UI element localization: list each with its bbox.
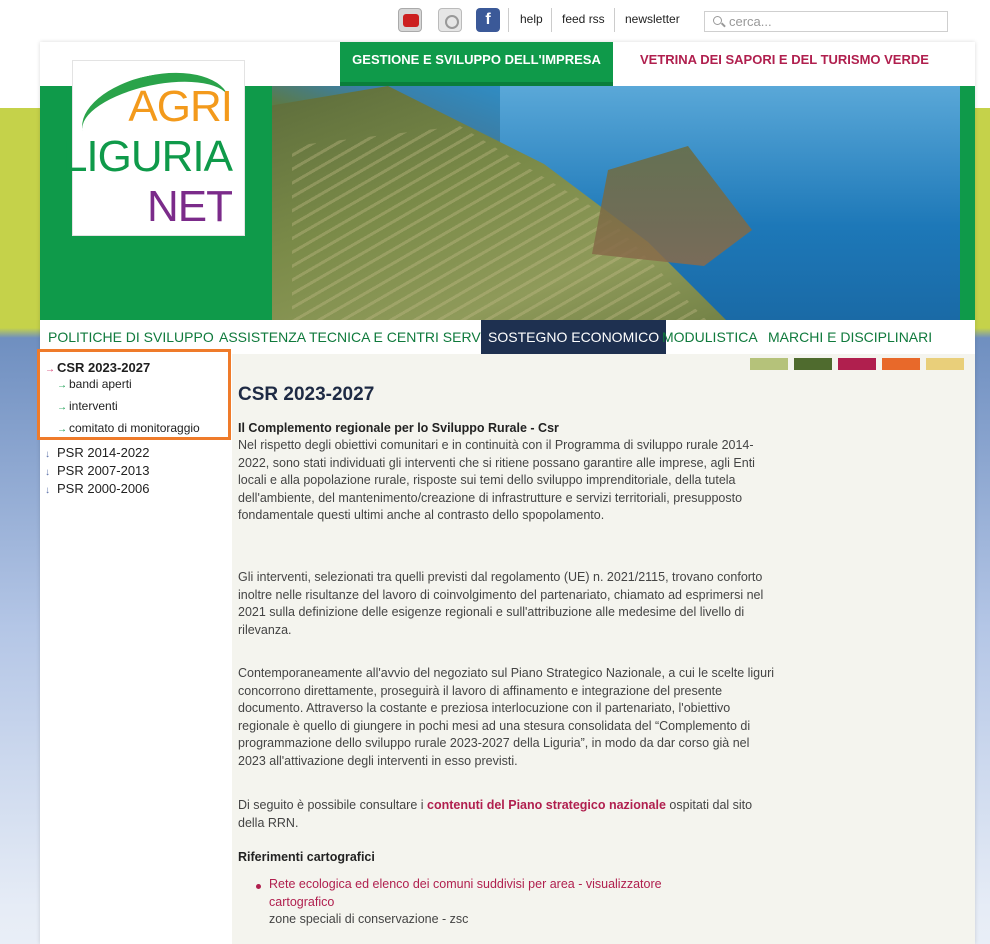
color-swatch (882, 358, 920, 370)
nav-modulistica[interactable]: MODULISTICA (662, 329, 758, 345)
newsletter-link[interactable]: newsletter (625, 12, 680, 26)
sidebar-item-label: PSR 2000-2006 (57, 481, 150, 496)
sidebar-item-csr-2023-2027[interactable]: → CSR 2023-2027 (45, 360, 150, 375)
sidebar (40, 354, 232, 944)
paragraph-2: Gli interventi, selezionati tra quelli p… (238, 570, 764, 637)
arrow-icon: ↓ (45, 449, 50, 460)
logo-text-agri: AGRI (128, 82, 233, 131)
search-icon (713, 16, 722, 25)
color-swatch (750, 358, 788, 370)
color-swatch (794, 358, 832, 370)
color-swatch (926, 358, 964, 370)
sidebar-item-label: PSR 2014-2022 (57, 445, 150, 460)
sidebar-item-label: PSR 2007-2013 (57, 463, 150, 478)
tab-gestione-impresa[interactable]: GESTIONE E SVILUPPO DELL'IMPRESA (340, 42, 613, 86)
divider (551, 8, 552, 32)
piano-strategico-link[interactable]: contenuti del Piano strategico nazionale (427, 798, 666, 812)
tab-vetrina-sapori[interactable]: VETRINA DEI SAPORI E DEL TURISMO VERDE (640, 52, 929, 67)
page-title: CSR 2023-2027 (238, 384, 375, 405)
top-utility-bar: f help feed rss newsletter cerca... (0, 0, 990, 42)
arrow-icon: ↓ (45, 467, 50, 478)
header-photo (272, 86, 960, 320)
sidebar-item-psr-2000-2006[interactable]: ↓ PSR 2000-2006 (45, 481, 150, 496)
divider (614, 8, 615, 32)
sidebar-item-bandi-aperti[interactable]: → bandi aperti (57, 377, 132, 391)
main-frame: GESTIONE E SVILUPPO DELL'IMPRESA VETRINA… (37, 42, 975, 944)
flickr-icon[interactable] (438, 8, 462, 32)
rete-ecologica-link[interactable]: Rete ecologica ed elenco dei comuni sudd… (269, 876, 709, 911)
site-logo[interactable]: AGRI LIGURIA NET (63, 60, 245, 236)
paragraph-1: Nel rispetto degli obiettivi comunitari … (238, 438, 755, 522)
sidebar-item-comitato-monitoraggio[interactable]: → comitato di monitoraggio (57, 421, 200, 435)
feed-rss-link[interactable]: feed rss (562, 12, 605, 26)
youtube-icon[interactable] (398, 8, 422, 32)
search-placeholder: cerca... (729, 14, 772, 29)
arrow-icon: ↓ (45, 485, 50, 496)
facebook-icon[interactable]: f (476, 8, 500, 32)
arrow-icon: → (57, 380, 67, 391)
nav-sostegno-economico[interactable]: SOSTEGNO ECONOMICO (481, 320, 667, 354)
logo-text-net: NET (147, 182, 233, 231)
section-subtitle: Il Complemento regionale per lo Sviluppo… (238, 421, 559, 435)
sidebar-item-label: interventi (69, 399, 118, 413)
sidebar-item-label: comitato di monitoraggio (69, 421, 200, 435)
arrow-icon: → (57, 424, 67, 435)
sidebar-item-interventi[interactable]: → interventi (57, 399, 118, 413)
sidebar-item-label: CSR 2023-2027 (57, 360, 151, 375)
paragraph-4: Di seguito è possibile consultare i cont… (238, 797, 778, 832)
logo-text-liguria: LIGURIA (62, 132, 233, 181)
nav-politiche-sviluppo[interactable]: POLITICHE DI SVILUPPO (48, 329, 214, 345)
sidebar-item-psr-2007-2013[interactable]: ↓ PSR 2007-2013 (45, 463, 150, 478)
sidebar-item-psr-2014-2022[interactable]: ↓ PSR 2014-2022 (45, 445, 150, 460)
paragraph-3: Contemporaneamente all'avvio del negozia… (238, 666, 775, 768)
main-content: CSR 2023-2027 Il Complemento regionale p… (232, 354, 975, 944)
bullet-subtext: zone speciali di conservazione - zsc (269, 912, 469, 926)
nav-assistenza-tecnica[interactable]: ASSISTENZA TECNICA E CENTRI SERVIZI (219, 329, 497, 345)
nav-marchi-disciplinari[interactable]: MARCHI E DISCIPLINARI (768, 329, 932, 345)
search-input[interactable]: cerca... (704, 11, 948, 32)
paragraph-4-text-before: Di seguito è possibile consultare i (238, 798, 427, 812)
sidebar-item-label: bandi aperti (69, 377, 132, 391)
help-link[interactable]: help (520, 12, 543, 26)
color-swatch (838, 358, 876, 370)
divider (508, 8, 509, 32)
arrow-icon: → (45, 364, 55, 375)
arrow-icon: → (57, 402, 67, 413)
section-heading-cartografici: Riferimenti cartografici (238, 850, 375, 864)
bullet-icon (256, 884, 261, 889)
